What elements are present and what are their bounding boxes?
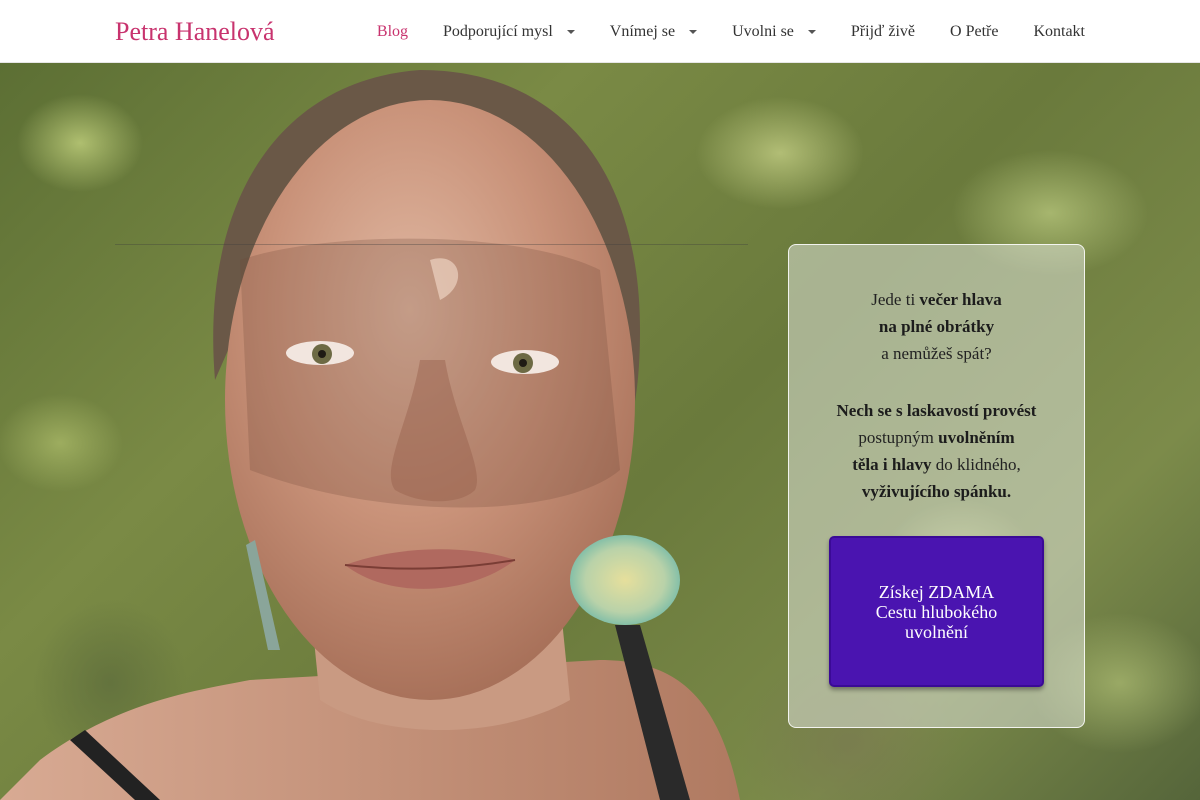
free-relaxation-cta-button[interactable]: Získej ZDAMA Cestu hlubokého uvolnění bbox=[829, 536, 1044, 687]
nav-item-label: Kontakt bbox=[1033, 22, 1085, 40]
caret-down-icon bbox=[689, 29, 698, 34]
card-text: postupným bbox=[858, 428, 939, 447]
card-text: Jede ti bbox=[871, 290, 920, 309]
card-text-bold: vyživujícího spánku. bbox=[861, 482, 1012, 501]
card-spacer bbox=[789, 367, 1084, 397]
nav-item-label: Přijď živě bbox=[850, 22, 916, 40]
nav-item-kontakt[interactable]: Kontakt bbox=[1033, 0, 1085, 63]
site-header: Petra Hanelová Blog Podporující mysl Vní… bbox=[0, 0, 1200, 63]
nav-item-uvolni-se[interactable]: Uvolni se bbox=[732, 0, 816, 63]
nav-item-label: Uvolni se bbox=[732, 22, 794, 40]
nav-item-label: Vnímej se bbox=[609, 22, 676, 40]
card-text-bold: těla i hlavy bbox=[852, 455, 932, 474]
site-title-link[interactable]: Petra Hanelová bbox=[115, 16, 275, 48]
card-line-7: vyživujícího spánku. bbox=[789, 478, 1084, 505]
card-text: a nemůžeš spát? bbox=[881, 344, 992, 363]
card-text-bold: Nech se s laskavostí provést bbox=[836, 401, 1037, 420]
card-line-6: těla i hlavy do klidného, bbox=[789, 451, 1084, 478]
nav-item-podporujici-mysl[interactable]: Podporující mysl bbox=[443, 0, 575, 63]
nav-item-label: O Petře bbox=[950, 22, 999, 40]
caret-down-icon bbox=[566, 29, 575, 34]
hero-divider bbox=[115, 244, 748, 245]
main-nav: Blog Podporující mysl Vnímej se Uvolni s… bbox=[377, 0, 1085, 63]
card-line-3: a nemůžeš spát? bbox=[789, 340, 1084, 367]
nav-item-blog[interactable]: Blog bbox=[377, 0, 408, 63]
nav-item-vnimej-se[interactable]: Vnímej se bbox=[609, 0, 698, 63]
nav-item-label: Podporující mysl bbox=[443, 22, 553, 40]
card-line-2: na plné obrátky bbox=[789, 313, 1084, 340]
card-line-1: Jede ti večer hlava bbox=[789, 286, 1084, 313]
sleep-offer-card: Jede ti večer hlava na plné obrátky a ne… bbox=[788, 244, 1085, 728]
cta-button-label: Získej ZDAMA Cestu hlubokého uvolnění bbox=[875, 581, 998, 642]
card-line-4: Nech se s laskavostí provést bbox=[789, 397, 1084, 424]
card-line-5: postupným uvolněním bbox=[789, 424, 1084, 451]
nav-item-prijd-zive[interactable]: Přijď živě bbox=[851, 0, 915, 63]
card-text: do klidného, bbox=[931, 455, 1021, 474]
nav-item-o-petre[interactable]: O Petře bbox=[950, 0, 998, 63]
card-text-bold: uvolněním bbox=[938, 428, 1015, 447]
nav-item-label: Blog bbox=[376, 22, 409, 40]
card-text-bold: na plné obrátky bbox=[878, 317, 995, 336]
caret-down-icon bbox=[807, 29, 816, 34]
card-text-bold: večer hlava bbox=[919, 290, 1002, 309]
